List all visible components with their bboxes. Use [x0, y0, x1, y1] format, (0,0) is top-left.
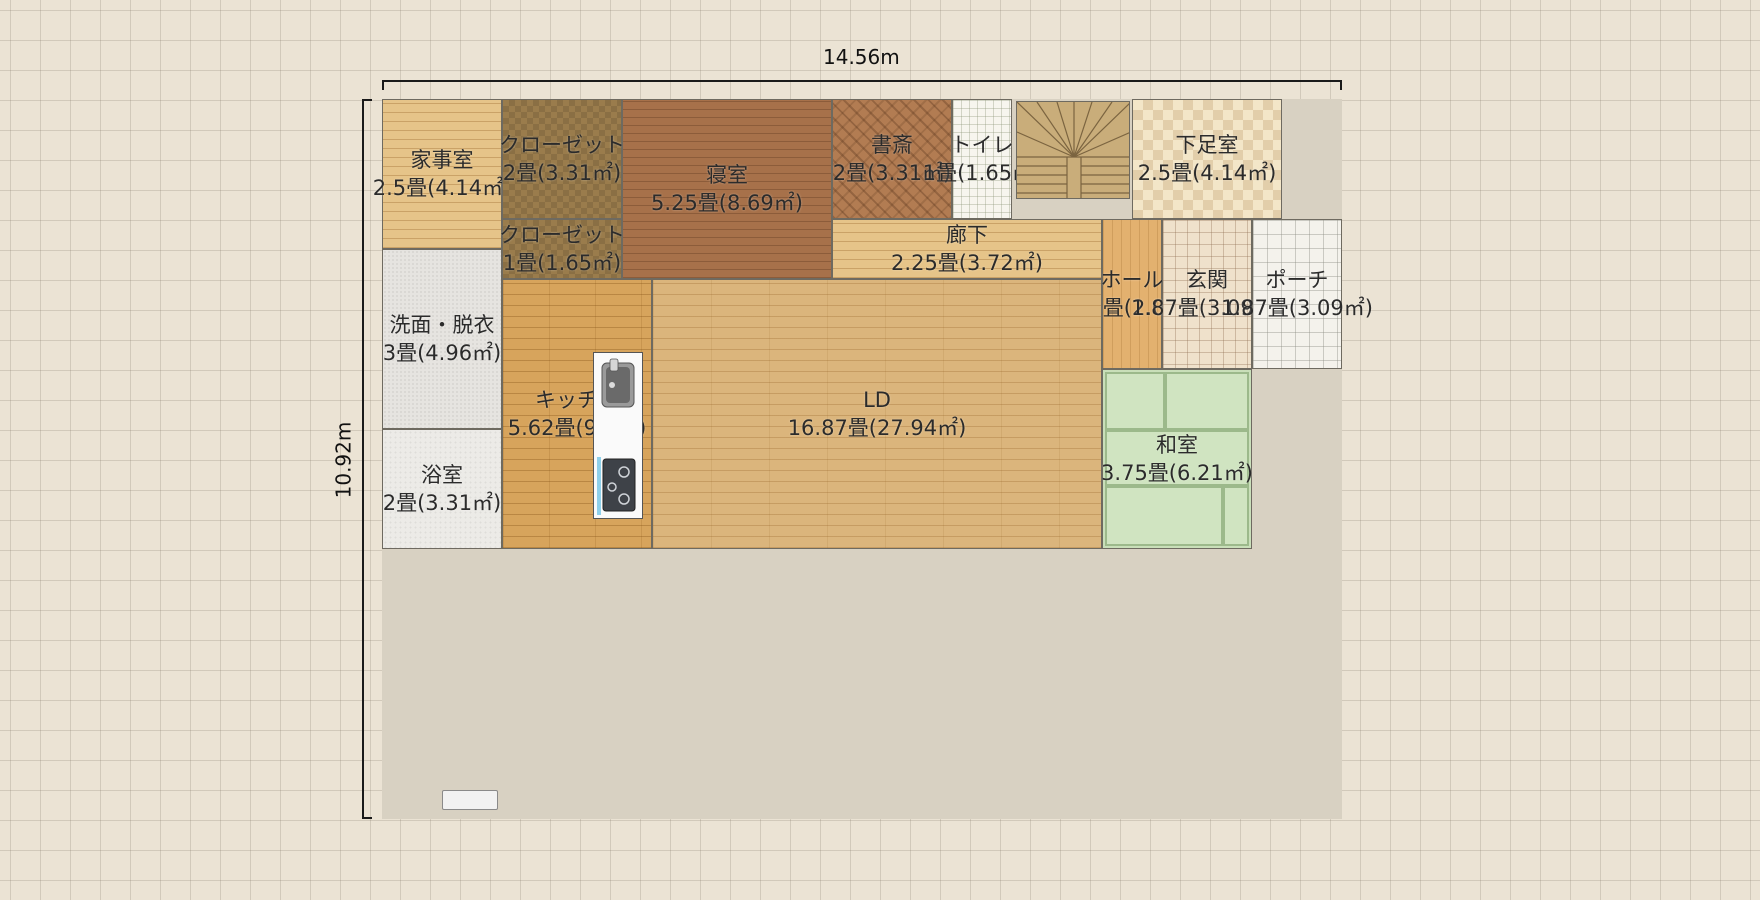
room-area: 2.25畳(3.72㎡): [891, 251, 1043, 275]
room-area: 5.25畳(8.69㎡): [651, 191, 803, 215]
room-yokushitsu[interactable]: 浴室 2畳(3.31㎡): [382, 429, 502, 549]
height-dimension-tick-top: [362, 99, 372, 101]
room-closet-2[interactable]: クローゼット 1畳(1.65㎡): [499, 219, 625, 279]
width-dimension-label: 14.56m: [823, 45, 900, 69]
room-ld[interactable]: LD 16.87畳(27.94㎡): [652, 279, 1102, 549]
floor-plan-canvas[interactable]: 14.56m 10.92m 家事室 2.5畳(4.14㎡) クローゼット 2畳(…: [0, 0, 1760, 900]
room-senmen[interactable]: 洗面・脱衣 3畳(4.96㎡): [382, 249, 502, 429]
room-name: クローゼット: [499, 133, 625, 157]
room-toilet[interactable]: トイレ 1畳(1.65㎡): [923, 99, 1041, 219]
room-name: 下足室: [1175, 133, 1239, 157]
height-dimension-tick-bottom: [362, 817, 372, 819]
room-area: 3畳(4.96㎡): [382, 341, 502, 365]
height-dimension-line: [362, 99, 364, 819]
room-area: 1.87畳(3.09㎡): [1221, 296, 1373, 320]
room-name: 和室: [1156, 433, 1198, 457]
room-name: 浴室: [421, 463, 463, 487]
kitchen-counter[interactable]: [593, 352, 643, 519]
tatami-mat: [1223, 486, 1249, 546]
tatami-mat: [1105, 486, 1223, 546]
room-area: 2.5畳(4.14㎡): [1137, 161, 1277, 185]
stove-icon: [597, 457, 636, 515]
room-area: 16.87畳(27.94㎡): [787, 416, 967, 440]
width-dimension-tick-right: [1340, 80, 1342, 90]
room-area: 3.75畳(6.21㎡): [1101, 461, 1253, 485]
stairs[interactable]: [1016, 101, 1130, 199]
room-name: ポーチ: [1265, 268, 1329, 292]
room-area: 1畳(1.65㎡): [502, 251, 622, 275]
width-dimension-line: [382, 80, 1342, 82]
room-name: 家事室: [410, 148, 474, 172]
room-name: クローゼット: [499, 223, 625, 247]
room-area: 2畳(3.31㎡): [382, 491, 502, 515]
tatami-mat: [1165, 372, 1249, 430]
height-dimension-label: 10.92m: [331, 421, 356, 499]
room-name: 書斎: [871, 133, 913, 157]
selection-handle[interactable]: [442, 790, 498, 810]
room-area: 2畳(3.31㎡): [502, 161, 622, 185]
room-name: 洗面・脱衣: [389, 313, 495, 337]
room-name: LD: [863, 388, 891, 412]
sink-icon: [601, 358, 635, 408]
room-shinshitsu[interactable]: 寝室 5.25畳(8.69㎡): [622, 99, 832, 279]
room-area: 2.5畳(4.14㎡): [372, 176, 512, 200]
room-closet-1[interactable]: クローゼット 2畳(3.31㎡): [499, 99, 625, 219]
room-name: ホール: [1100, 268, 1164, 292]
room-washitsu[interactable]: 和室 3.75畳(6.21㎡): [1101, 369, 1253, 549]
tatami-mat: [1105, 372, 1165, 430]
width-dimension-tick-left: [382, 80, 384, 90]
room-rouka[interactable]: 廊下 2.25畳(3.72㎡): [832, 219, 1102, 279]
room-name: 玄関: [1186, 268, 1228, 292]
room-name: 廊下: [946, 223, 988, 247]
room-name: トイレ: [950, 133, 1014, 157]
room-porch[interactable]: ポーチ 1.87畳(3.09㎡): [1221, 219, 1373, 369]
room-kajishitsu[interactable]: 家事室 2.5畳(4.14㎡): [373, 99, 511, 249]
stairs-icon: [1017, 102, 1129, 198]
room-name: 寝室: [706, 163, 748, 187]
room-shitasokushitsu[interactable]: 下足室 2.5畳(4.14㎡): [1132, 99, 1282, 219]
